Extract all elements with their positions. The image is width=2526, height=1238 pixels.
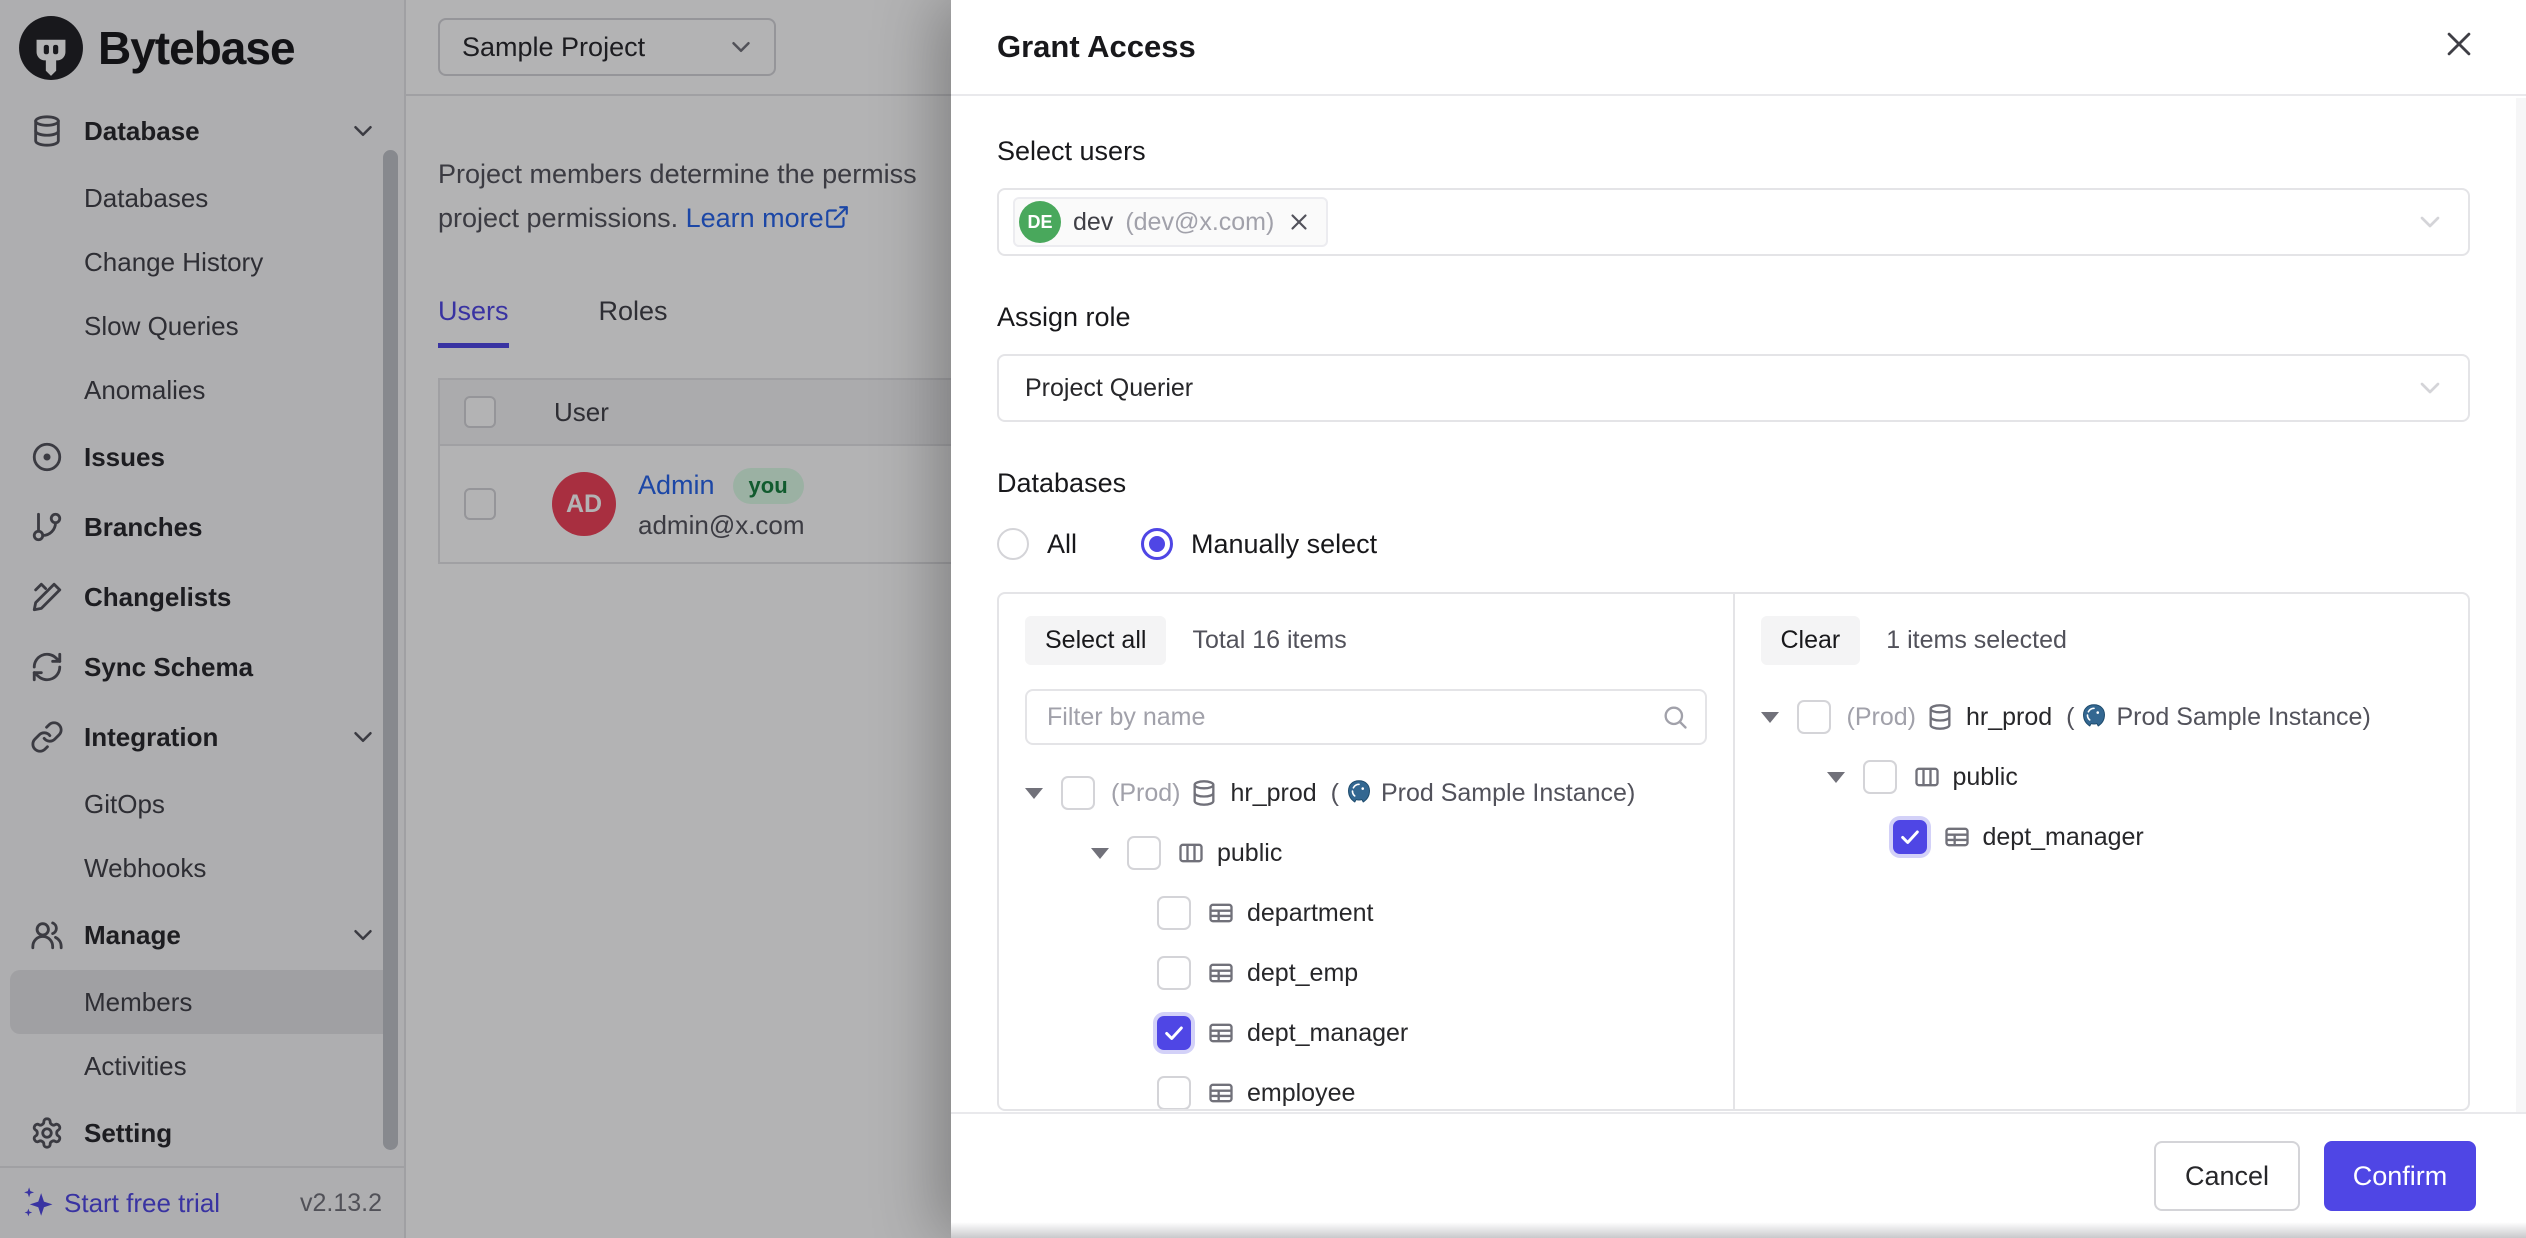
table-name: department	[1247, 899, 1373, 928]
postgresql-icon	[1345, 779, 1373, 807]
radio-circle-selected	[1141, 528, 1173, 560]
table-icon	[1943, 823, 1971, 851]
tree-row-dept-manager[interactable]: dept_manager	[1025, 1003, 1707, 1063]
tree-checkbox-dept-manager-checked[interactable]	[1157, 1016, 1191, 1050]
clear-button[interactable]: Clear	[1761, 616, 1861, 665]
radio-all[interactable]: All	[997, 528, 1077, 560]
modal-body: Select users DE dev (dev@x.com) Assign r…	[951, 98, 2526, 1112]
instance-label: Prod Sample Instance)	[1381, 779, 1635, 808]
source-panel: Select all Total 16 items (Prod)	[999, 594, 1733, 1109]
radio-circle	[997, 528, 1029, 560]
users-multiselect[interactable]: DE dev (dev@x.com)	[997, 188, 2470, 256]
modal-header: Grant Access	[951, 0, 2526, 96]
schema-icon	[1913, 763, 1941, 791]
close-button[interactable]	[2442, 27, 2482, 67]
database-scope-radios: All Manually select	[997, 528, 2470, 560]
tree-checkbox-employee[interactable]	[1157, 1076, 1191, 1109]
caret-down-icon[interactable]	[1827, 772, 1845, 783]
confirm-button[interactable]: Confirm	[2324, 1141, 2476, 1211]
tree-row-department[interactable]: department	[1025, 883, 1707, 943]
selected-count-label: 1 items selected	[1886, 626, 2067, 655]
env-label: (Prod)	[1847, 703, 1916, 732]
table-icon	[1207, 1019, 1235, 1047]
filter-input-wrap	[1025, 689, 1707, 745]
radio-manual-label: Manually select	[1191, 529, 1377, 560]
database-icon	[1190, 779, 1218, 807]
instance-label: Prod Sample Instance)	[2116, 703, 2370, 732]
tree-row-employee[interactable]: employee	[1025, 1063, 1707, 1109]
screen: Bytebase Database Databases Change Histo…	[0, 0, 2526, 1238]
caret-down-icon[interactable]	[1025, 788, 1043, 799]
schema-icon	[1177, 839, 1205, 867]
instance-paren: (	[2066, 703, 2074, 732]
user-chip-dev: DE dev (dev@x.com)	[1013, 197, 1328, 247]
postgresql-icon	[2080, 703, 2108, 731]
tree-row-hr-prod[interactable]: (Prod) hr_prod ( Prod Sample Instance)	[1761, 687, 2443, 747]
chevron-down-icon	[2414, 372, 2446, 404]
role-select[interactable]: Project Querier	[997, 354, 2470, 422]
instance-paren: (	[1331, 779, 1339, 808]
table-icon	[1207, 899, 1235, 927]
chip-user-name: dev	[1073, 208, 1113, 237]
modal-footer: Cancel Confirm	[951, 1112, 2526, 1238]
schema-name: public	[1217, 839, 1282, 868]
selected-tree: (Prod) hr_prod ( Prod Sample Instance) p…	[1761, 687, 2443, 867]
tree-row-hr-prod[interactable]: (Prod) hr_prod ( Prod Sample Instance)	[1025, 763, 1707, 823]
check-icon	[1899, 826, 1921, 848]
modal-overlay[interactable]	[0, 0, 951, 1238]
db-name: hr_prod	[1966, 703, 2052, 732]
caret-down-icon[interactable]	[1761, 712, 1779, 723]
tree-row-public[interactable]: public	[1761, 747, 2443, 807]
tree-row-dept-emp[interactable]: dept_emp	[1025, 943, 1707, 1003]
table-icon	[1207, 959, 1235, 987]
tree-row-dept-manager[interactable]: dept_manager	[1761, 807, 2443, 867]
avatar: DE	[1019, 201, 1061, 243]
filter-input[interactable]	[1047, 703, 1661, 732]
tree-checkbox-public[interactable]	[1863, 760, 1897, 794]
assign-role-label: Assign role	[997, 300, 2470, 334]
selected-panel: Clear 1 items selected (Prod) hr_prod (	[1733, 594, 2469, 1109]
tree-checkbox-public[interactable]	[1127, 836, 1161, 870]
tree-row-public[interactable]: public	[1025, 823, 1707, 883]
grant-access-modal: Grant Access Select users DE dev (dev@x.…	[951, 0, 2526, 1238]
env-label: (Prod)	[1111, 779, 1180, 808]
table-icon	[1207, 1079, 1235, 1107]
modal-title: Grant Access	[997, 29, 1196, 65]
source-tree: (Prod) hr_prod ( Prod Sample Instance) p…	[1025, 763, 1707, 1109]
tree-checkbox-hr-prod[interactable]	[1797, 700, 1831, 734]
select-all-button[interactable]: Select all	[1025, 616, 1166, 665]
close-icon	[2442, 27, 2476, 61]
chip-user-email: (dev@x.com)	[1125, 208, 1274, 237]
cancel-button[interactable]: Cancel	[2154, 1141, 2300, 1211]
db-name: hr_prod	[1230, 779, 1316, 808]
table-name: dept_emp	[1247, 959, 1358, 988]
table-name: dept_manager	[1983, 823, 2144, 852]
caret-down-icon[interactable]	[1091, 848, 1109, 859]
schema-name: public	[1953, 763, 2018, 792]
tree-checkbox-dept-manager-checked[interactable]	[1893, 820, 1927, 854]
tree-checkbox-hr-prod[interactable]	[1061, 776, 1095, 810]
database-transfer-panels: Select all Total 16 items (Prod)	[997, 592, 2470, 1111]
table-name: dept_manager	[1247, 1019, 1408, 1048]
remove-user-icon[interactable]	[1286, 209, 1312, 235]
database-icon	[1926, 703, 1954, 731]
tree-checkbox-dept-emp[interactable]	[1157, 956, 1191, 990]
modal-scrollbar[interactable]	[2516, 98, 2526, 1112]
databases-label: Databases	[997, 466, 2470, 500]
tree-checkbox-department[interactable]	[1157, 896, 1191, 930]
table-name: employee	[1247, 1079, 1355, 1108]
check-icon	[1163, 1022, 1185, 1044]
search-icon	[1661, 703, 1689, 731]
select-users-label: Select users	[997, 134, 2470, 168]
total-items-label: Total 16 items	[1192, 626, 1346, 655]
radio-manually-select[interactable]: Manually select	[1141, 528, 1377, 560]
radio-all-label: All	[1047, 529, 1077, 560]
chevron-down-icon	[2414, 206, 2446, 238]
role-select-value: Project Querier	[1025, 374, 1193, 403]
